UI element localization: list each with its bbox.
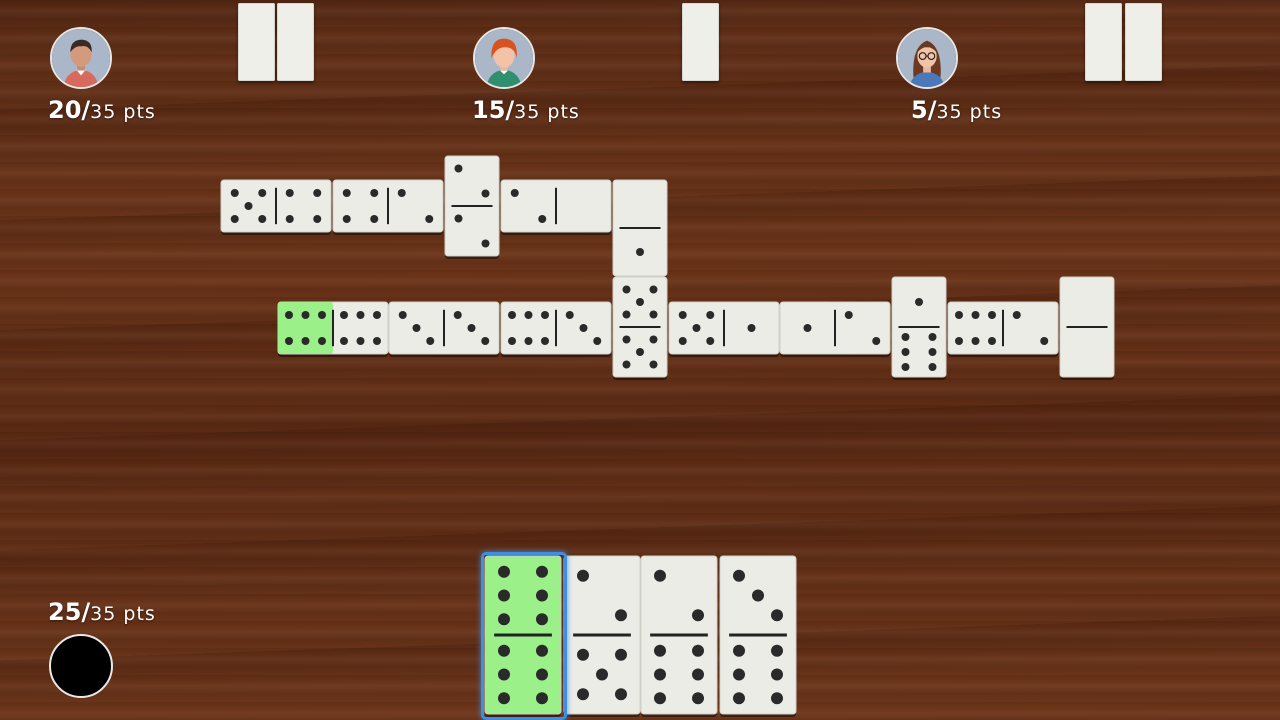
player-hand [0,0,1280,720]
hand-domino-tile[interactable] [719,555,797,718]
player-score: 25/35 pts [48,598,156,626]
hand-domino-tile[interactable] [563,555,641,718]
selected-tile-highlight [481,552,567,720]
hand-domino-tile[interactable] [640,555,718,718]
blank-avatar[interactable] [49,634,113,698]
